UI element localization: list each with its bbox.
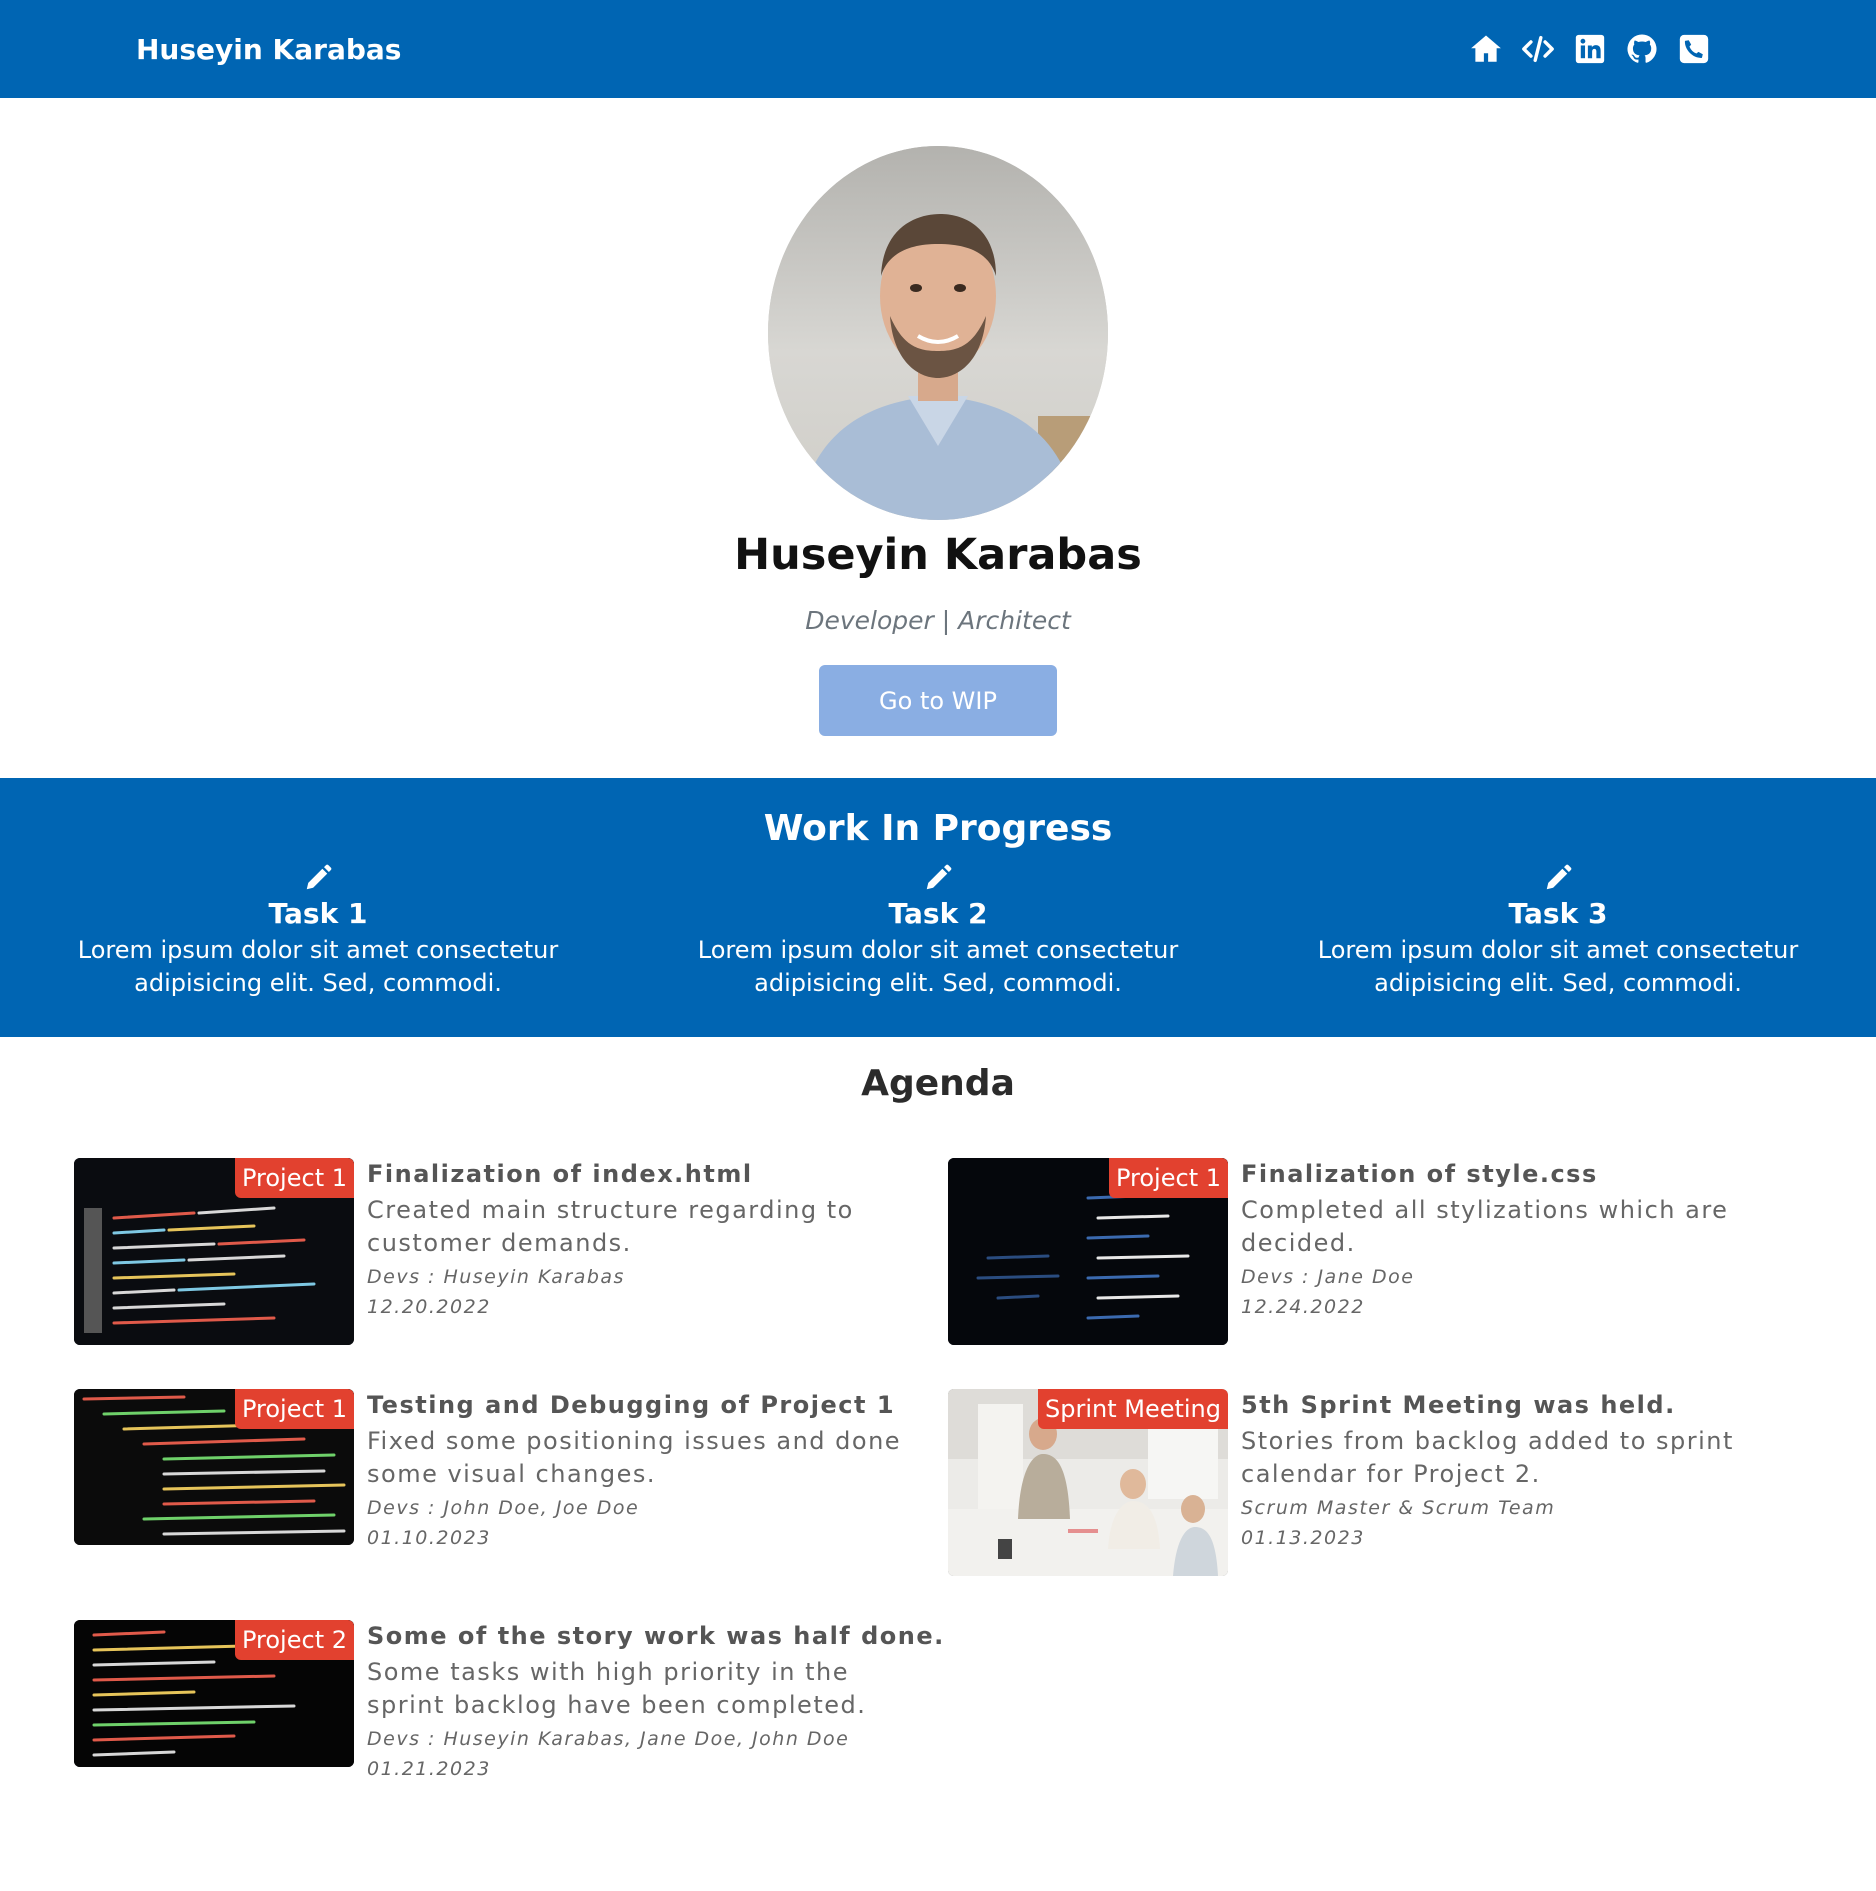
- hero-name: Huseyin Karabas: [734, 530, 1142, 580]
- agenda-item-body: Finalization of index.html Created main …: [367, 1158, 907, 1345]
- agenda-item[interactable]: Project 1 Testing and Debugging of Proje…: [74, 1389, 948, 1576]
- github-icon[interactable]: [1623, 30, 1661, 68]
- sprint-badge: Sprint Meeting: [1037, 1389, 1228, 1429]
- code-icon[interactable]: [1519, 30, 1557, 68]
- agenda-item-desc: Some tasks with high priority in the spr…: [367, 1658, 867, 1719]
- wip-title: Work In Progress: [763, 808, 1113, 849]
- agenda-item-title: Finalization of index.html: [367, 1160, 753, 1188]
- agenda-title: Agenda: [861, 1063, 1015, 1104]
- go-to-wip-button[interactable]: Go to WIP: [819, 665, 1057, 736]
- agenda-item-body: Some of the story work was half done. So…: [367, 1620, 945, 1780]
- agenda-item-date: 01.21.2023: [367, 1758, 491, 1780]
- agenda-item-devs: Scrum Master & Scrum Team: [1241, 1497, 1556, 1519]
- agenda-item[interactable]: Sprint Meeting 5th Sprint Meeting was he…: [948, 1389, 1822, 1576]
- hero-role: Developer | Architect: [805, 606, 1071, 635]
- agenda-item-title: Finalization of style.css: [1241, 1160, 1598, 1188]
- home-icon[interactable]: [1467, 30, 1505, 68]
- agenda-item-desc: Created main structure regarding to cust…: [367, 1196, 854, 1257]
- task-title: Task 3: [1508, 897, 1608, 930]
- task-card: Task 1 Lorem ipsum dolor sit amet consec…: [18, 863, 618, 1000]
- task-card: Task 3 Lorem ipsum dolor sit amet consec…: [1258, 863, 1858, 1000]
- agenda-section: Agenda Project 1 Finalization of index.h…: [0, 1037, 1876, 1780]
- pencil-icon: [1258, 863, 1858, 895]
- agenda-list: Project 1 Finalization of index.html Cre…: [0, 1158, 1876, 1780]
- project-badge: Project 1: [234, 1389, 354, 1429]
- agenda-item-date: 01.13.2023: [1241, 1527, 1365, 1549]
- agenda-item-date: 12.20.2022: [367, 1296, 491, 1318]
- agenda-item-devs: Devs : Jane Doe: [1241, 1266, 1415, 1288]
- project-badge: Project 1: [234, 1158, 354, 1198]
- agenda-item-devs: Devs : Huseyin Karabas: [367, 1266, 625, 1288]
- phone-icon[interactable]: [1675, 30, 1713, 68]
- agenda-item-title: Some of the story work was half done.: [367, 1622, 945, 1650]
- hero-section: Huseyin Karabas Developer | Architect Go…: [0, 98, 1876, 778]
- agenda-item[interactable]: Project 1 Finalization of style.css Comp…: [948, 1158, 1822, 1345]
- agenda-thumbnail: Project 1: [74, 1158, 354, 1345]
- agenda-item-desc: Fixed some positioning issues and done s…: [367, 1427, 902, 1488]
- agenda-item-devs: Devs : John Doe, Joe Doe: [367, 1497, 640, 1519]
- navbar: Huseyin Karabas: [0, 0, 1876, 98]
- agenda-item-title: Testing and Debugging of Project 1: [367, 1391, 896, 1419]
- task-title: Task 1: [268, 897, 368, 930]
- task-text: Lorem ipsum dolor sit amet consectetur a…: [77, 936, 559, 997]
- project-badge: Project 2: [234, 1620, 354, 1660]
- agenda-item-date: 12.24.2022: [1241, 1296, 1365, 1318]
- agenda-item-date: 01.10.2023: [367, 1527, 491, 1549]
- agenda-item-body: 5th Sprint Meeting was held. Stories fro…: [1241, 1389, 1781, 1576]
- agenda-item-devs: Devs : Huseyin Karabas, Jane Doe, John D…: [367, 1728, 850, 1750]
- task-title: Task 2: [888, 897, 988, 930]
- brand-link[interactable]: Huseyin Karabas: [136, 33, 401, 66]
- agenda-thumbnail: Project 1: [74, 1389, 354, 1545]
- agenda-item-title: 5th Sprint Meeting was held.: [1241, 1391, 1676, 1419]
- task-card: Task 2 Lorem ipsum dolor sit amet consec…: [638, 863, 1238, 1000]
- nav-icons: [1467, 30, 1713, 68]
- task-text: Lorem ipsum dolor sit amet consectetur a…: [1317, 936, 1799, 997]
- wip-section: Work In Progress Task 1 Lorem ipsum dolo…: [0, 778, 1876, 1037]
- agenda-thumbnail: Project 1: [948, 1158, 1228, 1345]
- task-text: Lorem ipsum dolor sit amet consectetur a…: [697, 936, 1179, 997]
- agenda-item-body: Testing and Debugging of Project 1 Fixed…: [367, 1389, 907, 1576]
- pencil-icon: [18, 863, 618, 895]
- agenda-item[interactable]: Project 1 Finalization of index.html Cre…: [74, 1158, 948, 1345]
- agenda-item[interactable]: Project 2 Some of the story work was hal…: [74, 1620, 948, 1780]
- agenda-thumbnail: Project 2: [74, 1620, 354, 1767]
- agenda-item-body: Finalization of style.css Completed all …: [1241, 1158, 1781, 1345]
- agenda-thumbnail: Sprint Meeting: [948, 1389, 1228, 1576]
- avatar: [768, 146, 1108, 520]
- linkedin-icon[interactable]: [1571, 30, 1609, 68]
- agenda-item-desc: Stories from backlog added to sprint cal…: [1241, 1427, 1734, 1488]
- pencil-icon: [638, 863, 1238, 895]
- project-badge: Project 1: [1108, 1158, 1228, 1198]
- agenda-item-desc: Completed all stylizations which are dec…: [1241, 1196, 1729, 1257]
- task-list: Task 1 Lorem ipsum dolor sit amet consec…: [0, 863, 1876, 1000]
